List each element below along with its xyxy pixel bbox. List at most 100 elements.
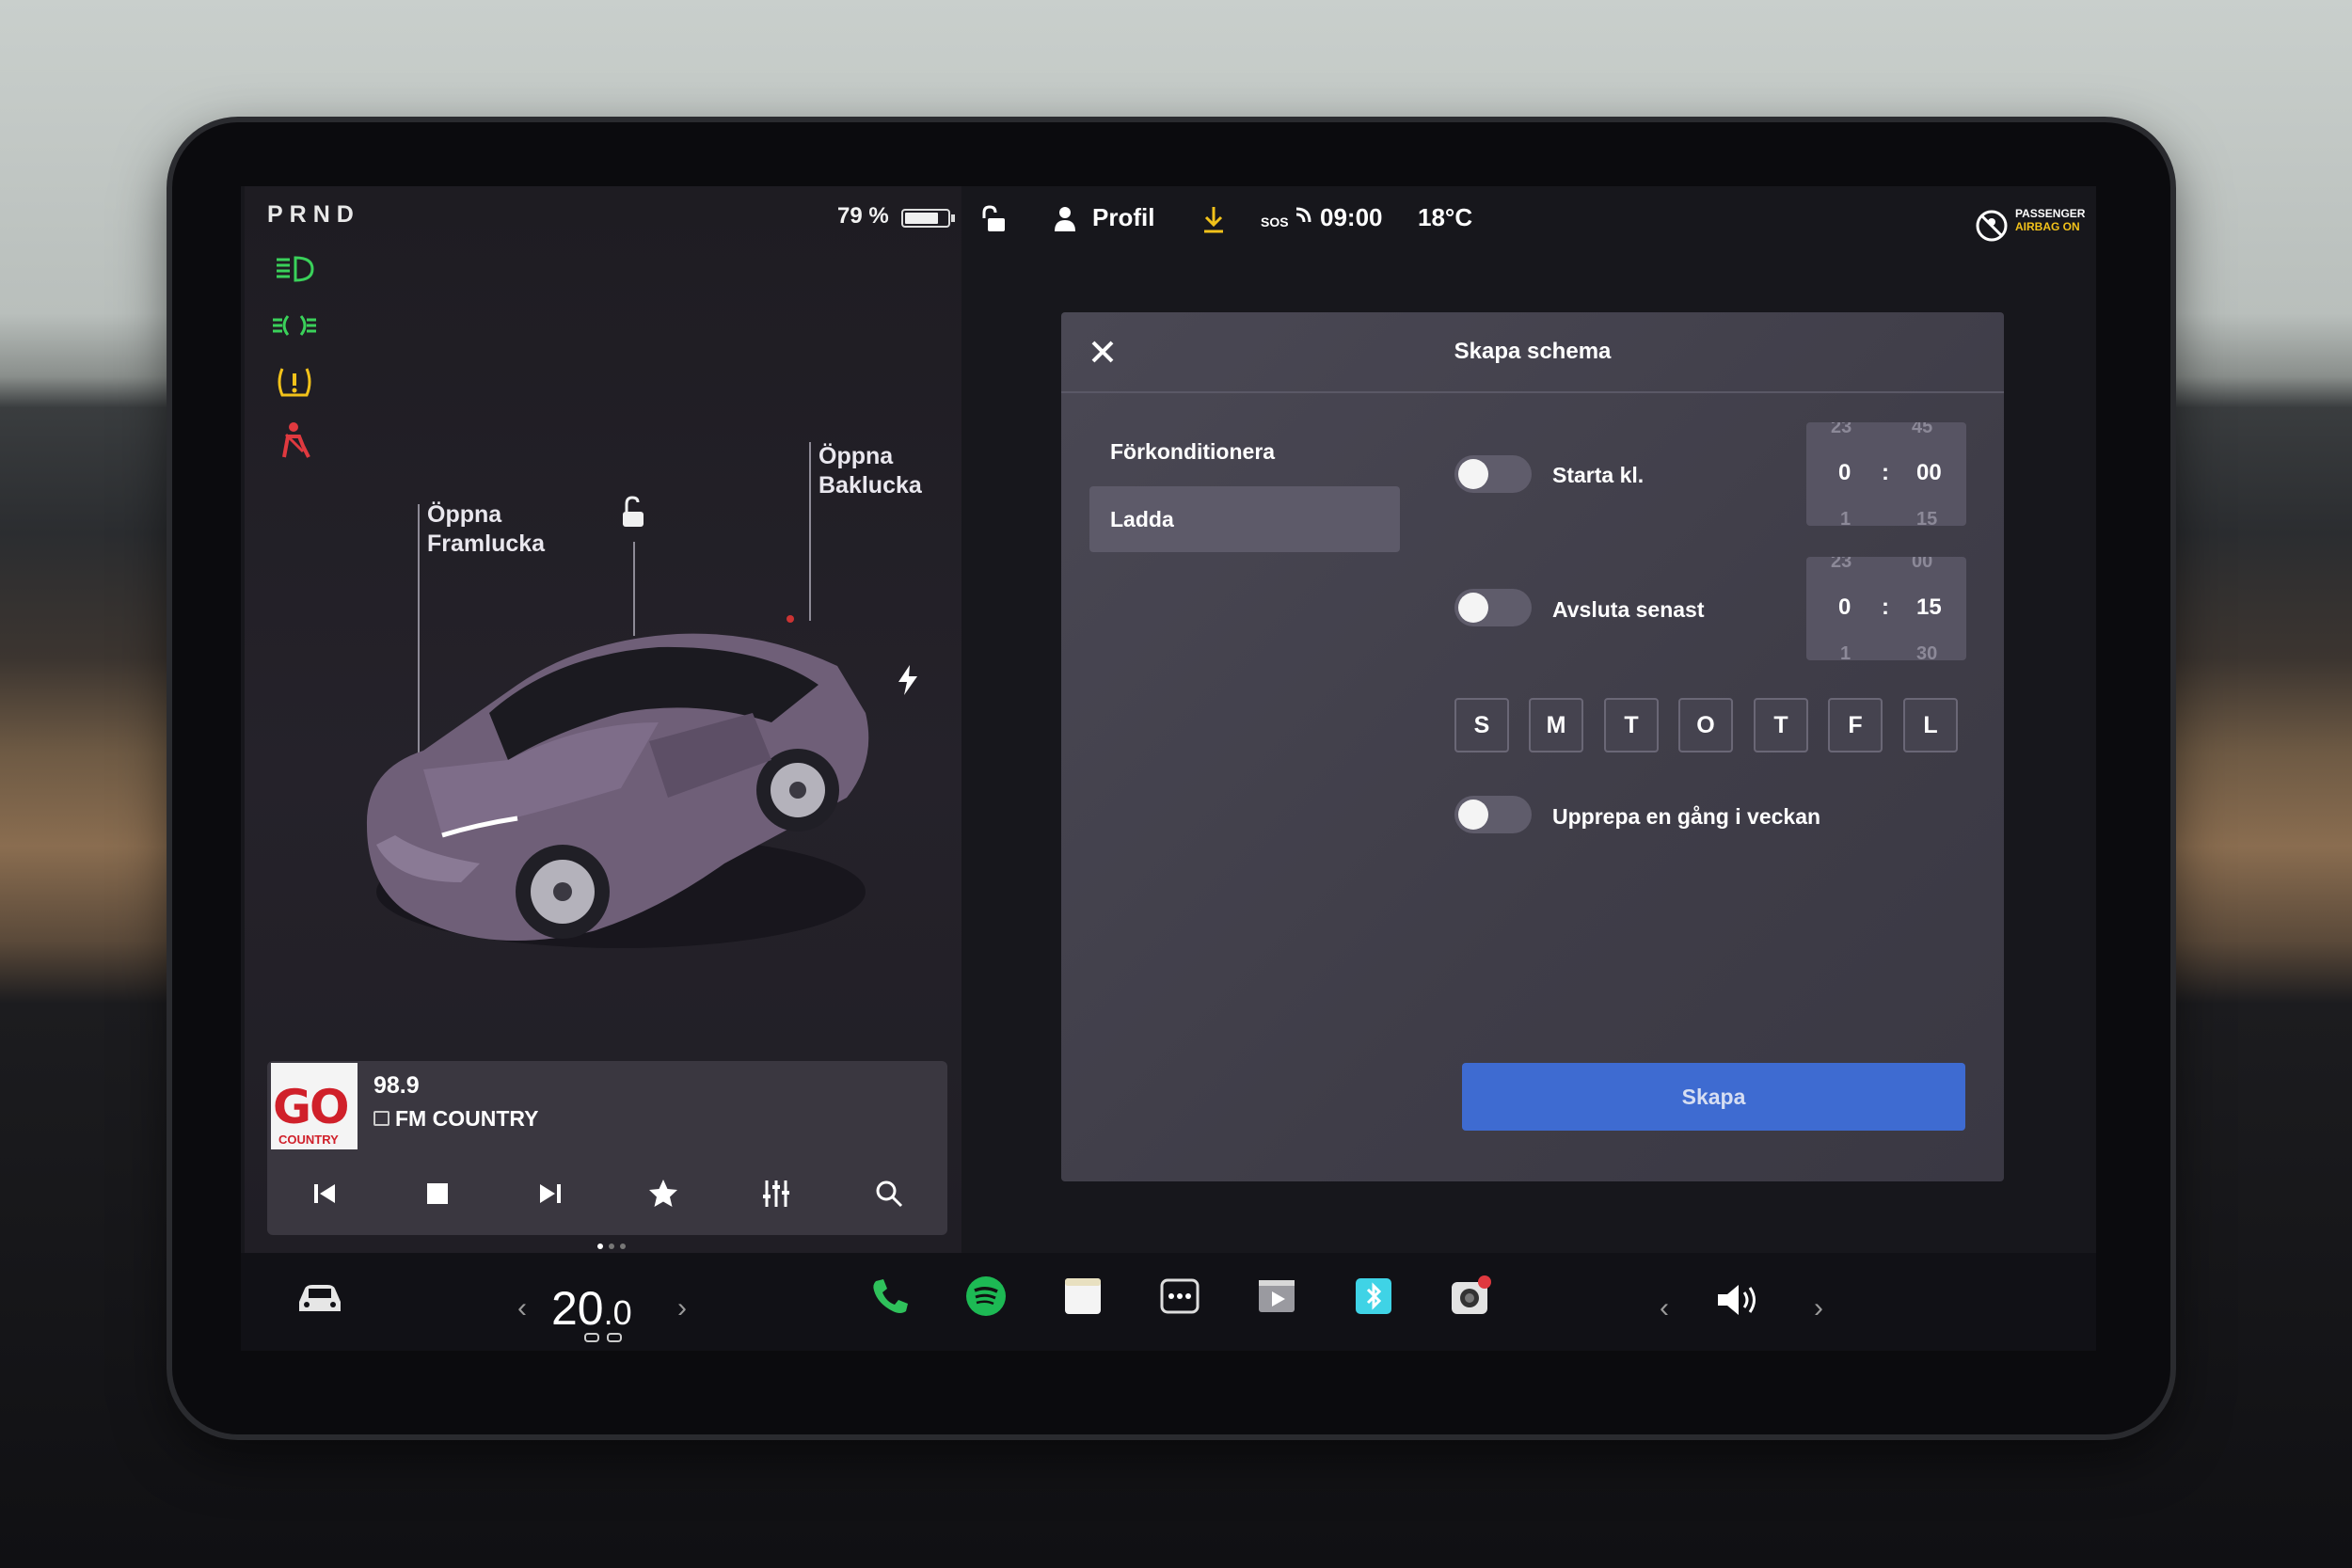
stop-button[interactable]	[414, 1170, 461, 1217]
outside-temperature: 18°C	[1418, 203, 1473, 231]
camera-app[interactable]	[1448, 1274, 1493, 1319]
repeat-weekly-toggle[interactable]	[1454, 796, 1532, 833]
car-icon[interactable]	[294, 1279, 346, 1317]
volume-decrease-icon[interactable]: ‹	[1660, 1292, 1669, 1324]
bluetooth-icon	[1356, 1278, 1391, 1314]
bottom-bar: ‹ 20.0 › ‹ ›	[241, 1253, 2096, 1351]
sidebar-item-label: Förkonditionera	[1110, 439, 1276, 464]
open-trunk-label[interactable]: Öppna Baklucka	[818, 442, 922, 500]
airbag-line2: AIRBAG ON	[2015, 220, 2080, 233]
start-minute[interactable]: 00	[1916, 460, 1942, 486]
start-time-label: Starta kl.	[1552, 463, 1645, 487]
open-frunk-label[interactable]: Öppna Framlucka	[427, 500, 545, 559]
passenger-airbag-status: PASSENGER AIRBAG ON	[2015, 207, 2085, 233]
tire-pressure-warning-icon	[278, 368, 311, 397]
profile-icon[interactable]	[1052, 205, 1078, 233]
car-status-panel: PRND 79 % Öppna Framlucka Öppna Baklucka…	[245, 186, 961, 1253]
day-button-wednesday[interactable]: O	[1678, 698, 1733, 752]
sos-indicator: SOS	[1261, 214, 1289, 230]
next-icon	[540, 1184, 561, 1203]
end-hour[interactable]: 0	[1838, 594, 1851, 621]
end-time-picker[interactable]: 23 00 0 : 15 1 30	[1806, 557, 1966, 660]
end-time-toggle[interactable]	[1454, 589, 1532, 626]
create-schedule-button[interactable]: Skapa	[1462, 1063, 1965, 1131]
page-indicator-dots	[597, 1243, 626, 1249]
picker-prev-minute: 00	[1912, 557, 1933, 572]
phone-icon	[873, 1279, 908, 1313]
temp-decrease-icon[interactable]: ‹	[517, 1292, 527, 1324]
clock: 09:00	[1320, 203, 1383, 231]
seat-heater-icon[interactable]	[583, 1330, 625, 1347]
media-player: GO COUNTRY 98.9 FM COUNTRY	[267, 1061, 947, 1235]
day-button-friday[interactable]: F	[1828, 698, 1883, 752]
headlights-icon	[277, 256, 314, 282]
picker-prev-hour: 23	[1831, 557, 1852, 572]
sos-call-icon	[1295, 207, 1311, 223]
battery-icon	[901, 209, 955, 228]
battery-fill	[905, 213, 938, 224]
picker-next-hour: 1	[1840, 643, 1851, 660]
favorite-icon	[649, 1180, 677, 1207]
airbag-status-icon	[1976, 210, 2008, 242]
unlock-icon[interactable]	[615, 495, 653, 532]
stop-icon	[427, 1183, 448, 1204]
lock-status-icon[interactable]	[980, 205, 1009, 235]
repeat-weekly-label: Upprepa en gång i veckan	[1552, 804, 1821, 829]
bluetooth-app[interactable]	[1351, 1274, 1396, 1319]
temp-increase-icon[interactable]: ›	[677, 1292, 687, 1324]
airbag-line1: PASSENGER	[2015, 207, 2086, 220]
favorite-button[interactable]	[640, 1170, 687, 1217]
profile-label[interactable]: Profil	[1092, 203, 1154, 232]
car-illustration	[366, 615, 869, 948]
dialog-divider	[1061, 391, 2004, 393]
day-button-monday[interactable]: M	[1529, 698, 1583, 752]
end-time-label: Avsluta senast	[1552, 597, 1705, 622]
battery-percentage: 79 %	[837, 203, 889, 229]
volume-icon[interactable]	[1714, 1279, 1767, 1321]
spotify-icon	[966, 1276, 1006, 1316]
sidebar-item-label: Ladda	[1110, 507, 1174, 531]
start-time-toggle[interactable]	[1454, 455, 1532, 493]
logo-text: GO	[273, 1080, 350, 1134]
time-separator: :	[1882, 460, 1889, 485]
media-search-button[interactable]	[866, 1170, 913, 1217]
create-schedule-dialog: Skapa schema Förkonditionera Ladda Start…	[1061, 312, 2004, 1181]
sidebar-item-preconditioning[interactable]: Förkonditionera	[1089, 419, 1400, 484]
temp-decimal: .0	[603, 1293, 632, 1332]
notes-icon	[1065, 1278, 1101, 1314]
radio-station-logo: GO COUNTRY	[271, 1063, 358, 1149]
camera-icon	[1452, 1275, 1491, 1314]
cabin-temperature[interactable]: 20.0	[551, 1281, 632, 1336]
start-time-picker[interactable]: 23 45 0 : 00 1 15	[1806, 422, 1966, 526]
start-hour[interactable]: 0	[1838, 460, 1851, 486]
parking-lights-icon	[273, 315, 316, 336]
temp-integer: 20	[551, 1282, 604, 1335]
end-minute[interactable]: 15	[1916, 594, 1942, 621]
next-button[interactable]	[527, 1170, 574, 1217]
notes-app[interactable]	[1060, 1274, 1105, 1319]
picker-next-hour: 1	[1840, 509, 1851, 526]
phone-app[interactable]	[866, 1274, 912, 1319]
day-button-saturday[interactable]: L	[1903, 698, 1958, 752]
day-button-tuesday[interactable]: T	[1604, 698, 1659, 752]
day-button-thursday[interactable]: T	[1754, 698, 1808, 752]
radio-station-name: FM COUNTRY	[395, 1106, 539, 1131]
volume-increase-icon[interactable]: ›	[1814, 1292, 1823, 1324]
open-frunk-line2: Framlucka	[427, 531, 546, 557]
media-player-icon	[1259, 1280, 1295, 1312]
equalizer-button[interactable]	[753, 1170, 800, 1217]
previous-button[interactable]	[301, 1170, 348, 1217]
picker-prev-minute: 45	[1912, 422, 1933, 437]
more-apps-button[interactable]	[1157, 1274, 1202, 1319]
sidebar-item-charge[interactable]: Ladda	[1089, 486, 1400, 552]
search-icon	[876, 1180, 903, 1208]
seatbelt-warning-icon	[282, 422, 310, 458]
day-button-sunday[interactable]: S	[1454, 698, 1509, 752]
media-player-app[interactable]	[1254, 1274, 1299, 1319]
spotify-app[interactable]	[963, 1274, 1009, 1319]
previous-icon	[314, 1184, 335, 1203]
software-update-icon[interactable]	[1200, 205, 1227, 235]
open-trunk-line2: Baklucka	[818, 472, 922, 499]
gear-indicator: PRND	[267, 201, 360, 228]
picker-next-minute: 30	[1916, 643, 1938, 660]
